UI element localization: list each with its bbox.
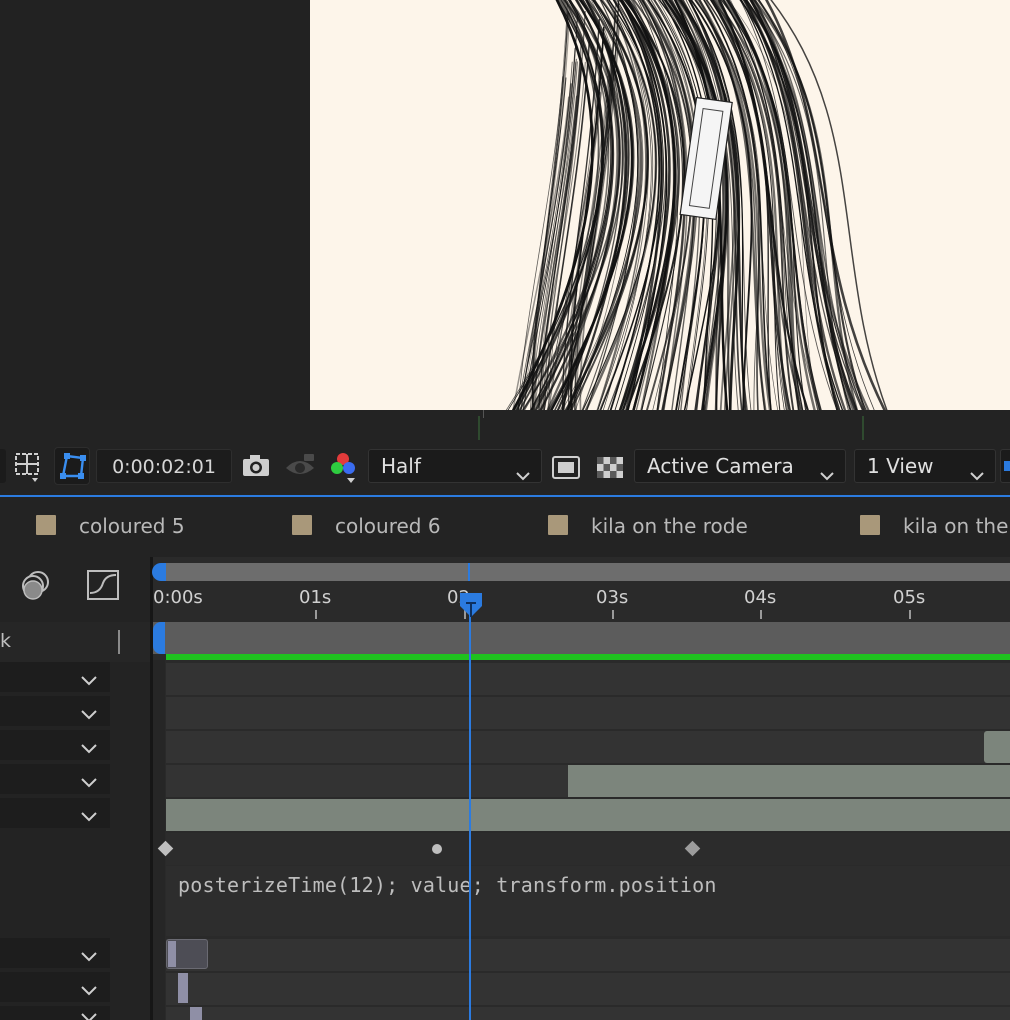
chevron-down-icon [819,459,835,491]
layer-track[interactable] [166,765,1010,797]
expression-text[interactable]: posterizeTime(12); value; transform.posi… [178,873,717,897]
label-color-swatch [36,515,56,535]
view-layout-value: 1 View [867,454,934,478]
current-time-indicator-handle[interactable] [459,592,483,622]
label-color-swatch [548,515,568,535]
layer-track[interactable] [166,731,1010,763]
ruler-label: 04s [744,587,777,608]
draft-3d-icon[interactable] [18,569,52,607]
viewer-toolbar: 0:00:02:01 Half Active Camera 1 View [0,442,1010,494]
composition-viewer[interactable] [0,0,1010,440]
region-of-interest-icon[interactable] [12,448,46,484]
layer-duration-bar[interactable] [166,799,1010,831]
tab-label: coloured 5 [79,514,185,538]
keyframe-diamond[interactable] [684,840,701,857]
work-area-bar[interactable] [153,622,1010,654]
camera-icon[interactable] [240,448,272,484]
layer-mode-dropdown[interactable] [0,764,110,794]
view-layout-dropdown[interactable]: 1 View [854,449,996,483]
tab-label: kila on the [903,514,1009,538]
ruler-label: 0:00s [153,587,203,608]
layer-search-field[interactable]: k [0,622,150,662]
property-keyframe-track[interactable] [157,833,1010,865]
layer-track[interactable] [166,939,1010,971]
tab-label: coloured 6 [335,514,441,538]
layer-duration-bar[interactable] [190,1007,202,1020]
layer-mode-dropdown[interactable] [0,730,110,760]
layer-mode-dropdown[interactable] [0,696,110,726]
color-channels-icon[interactable] [326,448,360,484]
camera-view-value: Active Camera [647,454,794,478]
ruler-label: 01s [299,587,332,608]
chevron-down-icon [515,459,531,491]
fast-previews-icon[interactable] [550,448,582,484]
current-time-display[interactable]: 0:00:02:01 [96,449,232,483]
pasteboard [0,0,310,410]
label-color-swatch [292,515,312,535]
artwork-ink-strokes [505,0,888,410]
search-text-partial: k [0,630,12,652]
chevron-down-icon [80,671,98,690]
layer-mode-dropdown[interactable] [0,972,110,1002]
ruler-label: 03s [596,587,629,608]
label-color-swatch [860,515,880,535]
composition-canvas[interactable] [310,0,1010,410]
toolbar-edge [0,449,6,483]
chevron-down-icon [80,947,98,966]
layer-duration-bar[interactable] [984,731,1010,763]
layer-track[interactable] [166,663,1010,695]
resolution-value: Half [381,454,421,478]
chevron-down-icon [80,739,98,758]
chevron-down-icon [80,1008,98,1020]
show-snapshot-icon[interactable] [282,448,318,484]
mask-path-icon[interactable] [54,447,90,485]
composition-tabs: coloured 5 coloured 6 kila on the rode k… [0,497,1010,557]
layer-track[interactable] [166,973,1010,1005]
layer-mode-dropdown[interactable] [0,662,110,692]
work-area-start-handle[interactable] [153,622,165,654]
layer-duration-bar[interactable] [568,765,1010,797]
layer-mode-dropdown[interactable] [0,938,110,968]
layer-track[interactable] [166,1007,1010,1020]
keyframe-roving[interactable] [432,844,442,854]
ruler-label: 05s [893,587,926,608]
tab-label: kila on the rode [591,514,748,538]
layer-duration-bar[interactable] [178,973,188,1003]
layer-track[interactable] [166,697,1010,729]
transparency-grid-icon[interactable] [594,448,626,484]
chevron-down-icon [80,807,98,826]
time-navigator[interactable] [160,563,1010,581]
layer-track[interactable] [166,799,1010,831]
resolution-dropdown[interactable]: Half [368,449,542,483]
chevron-down-icon [80,773,98,792]
chevron-down-icon [80,705,98,724]
layer-mode-dropdown[interactable] [0,798,110,828]
chevron-down-icon [80,981,98,1000]
viewer-footer-strip [0,410,1010,440]
chevron-down-icon [969,459,985,491]
graph-editor-icon[interactable] [86,569,120,607]
current-time-indicator-line [469,603,471,1020]
layer-mode-dropdown[interactable] [0,1006,110,1020]
time-ruler[interactable]: 0:00s 01s 02s 03s 04s 05s [153,582,1010,620]
cached-frames-indicator [166,654,1010,660]
time-navigator-start-handle[interactable] [152,563,166,581]
overflow-toolbar-button[interactable] [1000,449,1010,483]
camera-view-dropdown[interactable]: Active Camera [634,449,846,483]
